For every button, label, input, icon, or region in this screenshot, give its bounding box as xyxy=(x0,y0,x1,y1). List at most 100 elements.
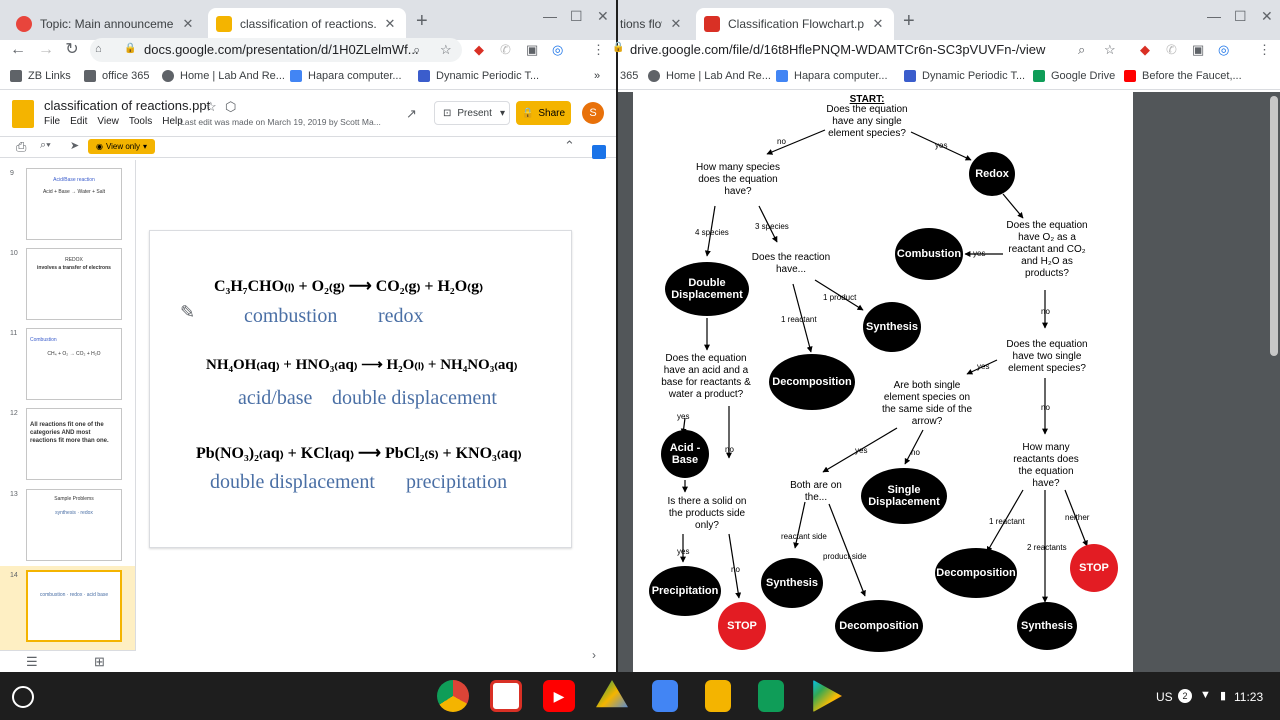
scrollbar-thumb[interactable] xyxy=(1270,96,1278,356)
slide-thumb-13[interactable]: Sample Problems synthesis · redox xyxy=(26,489,122,561)
docs-icon[interactable] xyxy=(652,680,678,712)
close-tab-icon[interactable]: ✕ xyxy=(668,16,684,32)
back-icon[interactable]: ← xyxy=(8,40,28,60)
menu-edit[interactable]: Edit xyxy=(70,116,87,127)
grid-view-icon[interactable]: ⊞ xyxy=(94,654,105,670)
bookmark-zb-links[interactable]: ZB Links xyxy=(10,70,71,82)
view-only-button[interactable]: ◉ View only ▾ xyxy=(88,139,155,154)
tab-pdf[interactable]: Classification Flowchart.pdf - Go ✕ xyxy=(696,8,894,40)
close-tab-icon[interactable]: ✕ xyxy=(870,16,886,32)
thumb-body: involves a transfer of electrons xyxy=(37,265,111,271)
menu-dots-icon[interactable]: ⋮ xyxy=(1258,42,1271,58)
close-window-icon[interactable]: ✕ xyxy=(597,8,609,25)
label-yes: yes xyxy=(677,412,690,421)
url-text[interactable]: drive.google.com/file/d/16t8HflePNQM-WDA… xyxy=(630,42,1045,57)
reload-icon[interactable]: ↻ xyxy=(62,40,82,60)
print-icon[interactable]: ⎙ xyxy=(16,139,26,155)
chrome-icon[interactable] xyxy=(437,680,469,712)
bookmark-home-lab[interactable]: Home | Lab And Re... xyxy=(162,70,285,82)
battery-icon[interactable]: ▮ xyxy=(1220,689,1226,702)
select-cursor-icon[interactable]: ➤ xyxy=(70,139,79,152)
menu-tools[interactable]: Tools xyxy=(129,116,152,127)
node-combustion: Combustion xyxy=(895,228,963,280)
gmail-icon[interactable] xyxy=(490,680,522,712)
activity-icon[interactable]: ↗ xyxy=(406,106,417,122)
minimize-icon[interactable]: — xyxy=(1207,8,1221,24)
label-yes: yes xyxy=(935,141,948,150)
new-tab-icon[interactable]: + xyxy=(416,10,428,33)
sheets-icon[interactable] xyxy=(758,680,784,712)
url-text[interactable]: docs.google.com/presentation/d/1H0ZLelmW… xyxy=(144,42,419,57)
youtube-icon[interactable]: ▶ xyxy=(543,680,575,712)
tab-flow[interactable]: tions flow ✕ xyxy=(612,8,692,40)
calendar-icon[interactable] xyxy=(592,145,606,159)
drive-move-icon[interactable]: ⬡ xyxy=(225,99,236,115)
maximize-icon[interactable]: ☐ xyxy=(570,8,583,25)
avatar[interactable]: S xyxy=(582,102,604,124)
bookmark-google-drive[interactable]: Google Drive xyxy=(1033,70,1115,82)
q-two-single-element: Does the equation have two single elemen… xyxy=(1006,339,1088,374)
bookmark-hapara[interactable]: Hapara computer... xyxy=(290,70,402,82)
bookmark-office365[interactable]: office 365 xyxy=(84,70,150,82)
tab-topic[interactable]: Topic: Main announcement and a ✕ xyxy=(8,8,204,40)
close-tab-icon[interactable]: ✕ xyxy=(180,16,196,32)
lock-icon: 🔒 xyxy=(521,107,535,119)
wifi-icon[interactable]: ▼ xyxy=(1200,689,1211,701)
list-view-icon[interactable]: ☰ xyxy=(26,654,38,670)
close-tab-icon[interactable]: ✕ xyxy=(382,16,398,32)
menu-file[interactable]: File xyxy=(44,116,60,127)
bookmark-home-lab[interactable]: Home | Lab And Re... xyxy=(648,70,771,82)
star-icon[interactable]: ☆ xyxy=(205,99,217,115)
minimize-icon[interactable]: — xyxy=(543,8,557,24)
forward-icon[interactable]: → xyxy=(36,40,56,60)
search-icon[interactable]: ⌕ xyxy=(1078,42,1085,58)
bookmark-periodic[interactable]: Dynamic Periodic T... xyxy=(904,70,1025,82)
cast-icon[interactable]: ◎ xyxy=(1218,42,1229,58)
edit-pencil-icon[interactable]: ✎ xyxy=(180,302,195,323)
shelf xyxy=(0,672,1280,720)
extension-icon[interactable]: ◆ xyxy=(474,42,484,58)
clock[interactable]: 11:23 xyxy=(1234,690,1263,704)
extension-icon[interactable]: ◆ xyxy=(1140,42,1150,58)
new-tab-icon[interactable]: + xyxy=(903,10,915,33)
search-icon[interactable]: ⌕ xyxy=(413,42,420,58)
close-window-icon[interactable]: ✕ xyxy=(1261,8,1273,25)
share-button[interactable]: 🔒 Share xyxy=(516,101,571,125)
home-icon[interactable]: ⌂ xyxy=(95,43,102,55)
slides-icon[interactable] xyxy=(705,680,731,712)
doc-title[interactable]: classification of reactions.ppt xyxy=(44,98,210,113)
locale-indicator[interactable]: US xyxy=(1156,690,1173,704)
screen-icon[interactable]: ▣ xyxy=(1192,42,1204,58)
slide-thumb-12[interactable]: All reactions fit one of the categories … xyxy=(26,408,122,480)
cast-icon[interactable]: ◎ xyxy=(552,42,563,58)
screen-icon[interactable]: ▣ xyxy=(526,42,538,58)
menu-view[interactable]: View xyxy=(97,116,119,127)
bookmark-star-icon[interactable]: ☆ xyxy=(1104,42,1116,58)
launcher-icon[interactable] xyxy=(12,686,34,708)
expand-panel-icon[interactable]: › xyxy=(592,648,596,662)
chevron-down-icon[interactable]: ▾ xyxy=(500,108,505,119)
slide-thumb-14[interactable]: combustion · redox · acid base xyxy=(26,570,122,642)
slide-thumb-9[interactable]: Acid/Base reaction Acid + Base → Water +… xyxy=(26,168,122,240)
phone-icon[interactable]: ✆ xyxy=(500,42,511,58)
bookmark-hapara[interactable]: Hapara computer... xyxy=(776,70,888,82)
menu-dots-icon[interactable]: ⋮ xyxy=(592,42,605,58)
tab-title: Topic: Main announcement and a xyxy=(40,17,174,31)
phone-icon[interactable]: ✆ xyxy=(1166,42,1177,58)
slides-logo-icon[interactable] xyxy=(12,100,34,128)
maximize-icon[interactable]: ☐ xyxy=(1234,8,1247,25)
tab-slides[interactable]: classification of reactions.ppt - G ✕ xyxy=(208,8,406,40)
slide-thumb-11[interactable]: Combustion CH₄ + O₂ → CO₂ + H₂O xyxy=(26,328,122,400)
slide-thumb-10[interactable]: REDOX involves a transfer of electrons xyxy=(26,248,122,320)
last-edit[interactable]: Last edit was made on March 19, 2019 by … xyxy=(180,117,390,127)
zoom-icon[interactable]: ⌕▾ xyxy=(40,139,51,152)
collapse-icon[interactable]: ⌃ xyxy=(564,138,575,154)
q-solid-products: Is there a solid on the products side on… xyxy=(667,496,747,531)
present-button[interactable]: ⊡ Present ▾ xyxy=(434,101,510,125)
notification-badge[interactable]: 2 xyxy=(1178,689,1192,703)
bookmarks-more[interactable]: » xyxy=(594,70,600,82)
bookmark-365[interactable]: 365 xyxy=(620,70,638,82)
bookmark-star-icon[interactable]: ☆ xyxy=(440,42,452,58)
bookmark-periodic[interactable]: Dynamic Periodic T... xyxy=(418,70,539,82)
bookmark-faucet[interactable]: Before the Faucet,... xyxy=(1124,70,1242,82)
